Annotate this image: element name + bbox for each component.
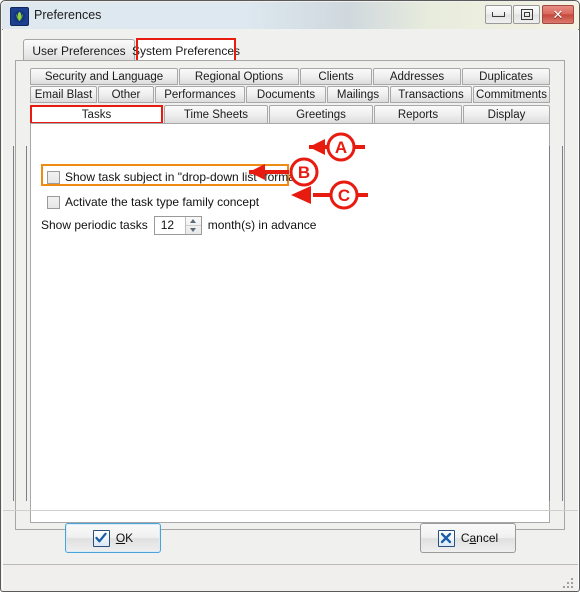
tab-label: Performances — [164, 88, 236, 101]
tab-label: Addresses — [389, 70, 445, 83]
maximize-icon — [520, 9, 533, 20]
stepper-up-button[interactable] — [185, 217, 201, 226]
close-icon: ✕ — [552, 7, 564, 22]
tab-label: Transactions — [398, 88, 464, 101]
tab-tasks[interactable]: Tasks — [30, 105, 163, 124]
chevron-down-icon — [190, 227, 197, 232]
tab-label: Time Sheets — [183, 108, 249, 121]
panel-edge-right-2 — [562, 146, 563, 501]
tab-label: Tasks — [81, 108, 112, 121]
status-bar — [3, 564, 578, 591]
tab-label: Documents — [256, 88, 316, 101]
periodic-tasks-suffix-label: month(s) in advance — [207, 218, 317, 232]
app-logo-icon — [10, 7, 29, 26]
tab-time-sheets[interactable]: Time Sheets — [164, 105, 268, 124]
periodic-tasks-row: Show periodic tasks 12 month(s) in advan… — [41, 215, 316, 235]
tab-reports[interactable]: Reports — [374, 105, 462, 124]
preferences-window: Preferences ✕ User Preferences System Pr… — [0, 0, 580, 592]
resize-grip[interactable] — [561, 576, 573, 588]
periodic-tasks-prefix-label: Show periodic tasks — [41, 218, 148, 232]
checkbox-label: Show task subject in "drop-down list" fo… — [65, 170, 299, 184]
tab-label: User Preferences — [32, 43, 126, 58]
months-in-advance-stepper[interactable]: 12 — [153, 215, 202, 235]
tab-display[interactable]: Display — [463, 105, 550, 124]
months-value: 12 — [160, 218, 175, 232]
maximize-button[interactable] — [513, 5, 540, 24]
checkbox-show-task-subject[interactable]: Show task subject in "drop-down list" fo… — [47, 168, 298, 186]
tab-label: System Preferences — [131, 43, 241, 58]
tab-clients[interactable]: Clients — [300, 68, 372, 85]
tab-label: Display — [487, 108, 526, 121]
close-button[interactable]: ✕ — [542, 5, 574, 24]
stepper-buttons[interactable] — [184, 216, 201, 234]
ok-button-label: OK — [115, 531, 134, 545]
tab-regional-options[interactable]: Regional Options — [179, 68, 299, 85]
minimize-icon — [492, 12, 505, 17]
outer-tab-strip: User Preferences System Preferences — [15, 38, 565, 63]
tab-other[interactable]: Other — [98, 86, 154, 103]
cancel-button-label: Cancel — [460, 531, 499, 545]
tab-label: Mailings — [336, 88, 380, 101]
tab-label: Security and Language — [44, 70, 164, 83]
tab-email-blast[interactable]: Email Blast — [30, 86, 97, 103]
tab-mailings[interactable]: Mailings — [327, 86, 389, 103]
tab-greetings[interactable]: Greetings — [269, 105, 373, 124]
ok-button[interactable]: OK — [65, 523, 161, 553]
checkbox-box-icon[interactable] — [47, 195, 60, 209]
tab-label: Email Blast — [34, 88, 93, 101]
tab-commitments[interactable]: Commitments — [473, 86, 550, 103]
tab-performances[interactable]: Performances — [155, 86, 245, 103]
cancel-button[interactable]: Cancel — [420, 523, 516, 553]
tab-label: Commitments — [476, 88, 547, 101]
tab-label: Clients — [318, 70, 354, 83]
panel-edge-left-1 — [13, 146, 14, 501]
stepper-down-button[interactable] — [186, 226, 201, 234]
title-bar: Preferences ✕ — [2, 2, 579, 30]
tab-security-and-language[interactable]: Security and Language — [30, 68, 178, 85]
tab-label: Other — [111, 88, 141, 101]
inner-tab-strip: Security and Language Regional Options C… — [30, 68, 550, 124]
minimize-button[interactable] — [485, 5, 512, 24]
chevron-up-icon — [190, 218, 197, 223]
panel-edge-left-2 — [26, 146, 27, 501]
dialog-client-area: User Preferences System Preferences Secu… — [3, 29, 578, 564]
checkbox-label: Activate the task type family concept — [65, 195, 260, 209]
tab-user-preferences[interactable]: User Preferences — [23, 39, 135, 61]
tab-duplicates[interactable]: Duplicates — [462, 68, 550, 85]
tab-label: Reports — [397, 108, 439, 121]
check-icon — [92, 529, 110, 547]
tab-documents[interactable]: Documents — [246, 86, 326, 103]
tab-label: Regional Options — [194, 70, 284, 83]
checkbox-box-icon[interactable] — [47, 170, 60, 184]
tab-label: Greetings — [296, 108, 346, 121]
tab-label: Duplicates — [479, 70, 533, 83]
x-icon — [437, 529, 455, 547]
tab-addresses[interactable]: Addresses — [373, 68, 461, 85]
tab-system-preferences[interactable]: System Preferences — [132, 38, 240, 62]
panel-edge-right-1 — [549, 146, 550, 501]
outer-tab-panel: Security and Language Regional Options C… — [15, 60, 565, 530]
dialog-button-bar: OK Cancel — [3, 510, 578, 565]
tab-transactions[interactable]: Transactions — [390, 86, 472, 103]
checkbox-activate-task-type-family[interactable]: Activate the task type family concept — [47, 193, 259, 211]
window-title: Preferences — [34, 8, 102, 22]
